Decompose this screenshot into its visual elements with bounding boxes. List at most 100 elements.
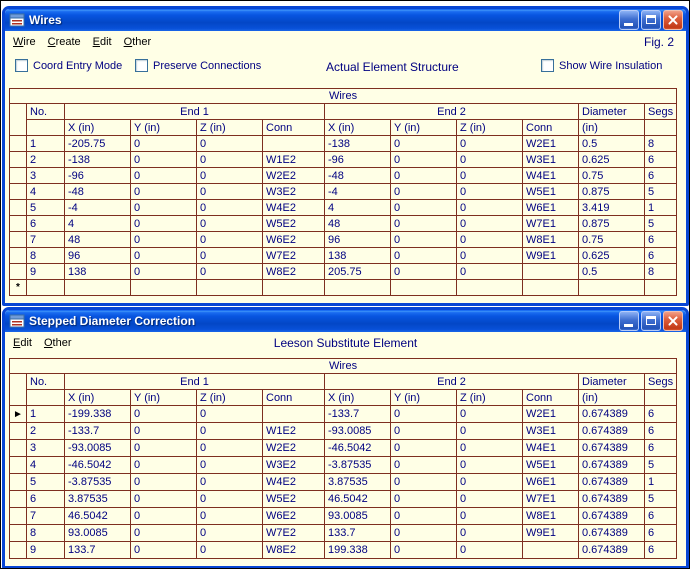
grid-cell[interactable]: W2E1 <box>523 136 579 152</box>
grid-cell[interactable] <box>263 136 325 152</box>
grid-cell[interactable]: -4 <box>325 184 391 200</box>
grid-cell[interactable]: 0 <box>391 232 457 248</box>
grid-cell[interactable]: 0 <box>131 168 197 184</box>
grid-cell[interactable]: 0 <box>457 542 523 559</box>
grid-cell[interactable]: 0 <box>391 200 457 216</box>
row-selector[interactable] <box>10 508 27 525</box>
grid-cell[interactable]: 0 <box>197 457 263 474</box>
grid-cell[interactable]: W7E1 <box>523 491 579 508</box>
grid-cell[interactable] <box>325 280 391 296</box>
grid-cell[interactable]: 0 <box>131 508 197 525</box>
grid-cell[interactable]: 0.674389 <box>579 423 645 440</box>
grid-cell[interactable]: 7 <box>27 508 65 525</box>
maximize-button[interactable] <box>641 311 661 331</box>
grid-cell[interactable]: 0 <box>391 440 457 457</box>
grid-cell[interactable]: 6 <box>645 248 677 264</box>
grid-cell[interactable]: 0 <box>197 184 263 200</box>
grid-cell[interactable]: 3.87535 <box>325 474 391 491</box>
grid-cell[interactable] <box>65 280 131 296</box>
close-button[interactable] <box>663 10 683 30</box>
grid-cell[interactable]: 6 <box>645 406 677 423</box>
menu-item-edit[interactable]: Edit <box>87 34 118 50</box>
grid-cell[interactable]: -96 <box>65 168 131 184</box>
grid-cell[interactable]: 0 <box>197 508 263 525</box>
grid-cell[interactable]: 6 <box>27 491 65 508</box>
grid-cell[interactable]: 0 <box>457 216 523 232</box>
grid-cell[interactable]: W6E2 <box>263 232 325 248</box>
grid-cell[interactable] <box>131 280 197 296</box>
row-selector[interactable] <box>10 232 27 248</box>
grid-cell[interactable]: W8E2 <box>263 264 325 280</box>
grid-cell[interactable]: 0 <box>391 152 457 168</box>
grid-cell[interactable] <box>27 280 65 296</box>
grid-cell[interactable]: 0 <box>457 232 523 248</box>
grid-cell[interactable]: 0.5 <box>579 264 645 280</box>
grid-cell[interactable]: 4 <box>65 216 131 232</box>
grid-cell[interactable]: 0 <box>197 248 263 264</box>
grid-cell[interactable]: 0 <box>391 491 457 508</box>
grid-cell[interactable]: 0 <box>131 457 197 474</box>
row-selector[interactable] <box>10 264 27 280</box>
grid-cell[interactable]: 0 <box>391 423 457 440</box>
grid-cell[interactable]: -133.7 <box>325 406 391 423</box>
grid-cell[interactable]: 48 <box>65 232 131 248</box>
show-wire-insulation-checkbox[interactable]: Show Wire Insulation <box>541 59 662 72</box>
grid-cell[interactable]: 0 <box>391 168 457 184</box>
grid-cell[interactable]: 0 <box>197 440 263 457</box>
grid-cell[interactable]: 0.625 <box>579 152 645 168</box>
grid-cell[interactable]: 0 <box>457 264 523 280</box>
maximize-button[interactable] <box>641 10 661 30</box>
grid-cell[interactable]: 0 <box>131 232 197 248</box>
wires-titlebar[interactable]: Wires <box>5 9 686 31</box>
grid-cell[interactable]: 0.674389 <box>579 457 645 474</box>
row-selector[interactable] <box>10 152 27 168</box>
grid-cell[interactable]: W5E2 <box>263 216 325 232</box>
grid-cell[interactable]: 0.674389 <box>579 440 645 457</box>
grid-cell[interactable]: 0 <box>197 216 263 232</box>
grid-cell[interactable]: W8E2 <box>263 542 325 559</box>
grid-cell[interactable] <box>197 280 263 296</box>
grid-cell[interactable]: W3E1 <box>523 152 579 168</box>
checkbox-icon[interactable] <box>15 59 28 72</box>
grid-cell[interactable] <box>391 280 457 296</box>
grid-cell[interactable]: 0 <box>391 136 457 152</box>
grid-cell[interactable]: 0.674389 <box>579 474 645 491</box>
grid-cell[interactable]: 0 <box>131 136 197 152</box>
grid-cell[interactable] <box>263 406 325 423</box>
grid-cell[interactable]: 0 <box>197 423 263 440</box>
minimize-button[interactable] <box>619 311 639 331</box>
grid-cell[interactable]: -46.5042 <box>65 457 131 474</box>
grid-cell[interactable]: 6 <box>645 508 677 525</box>
grid-cell[interactable]: 5 <box>645 457 677 474</box>
grid-cell[interactable]: 0 <box>457 474 523 491</box>
grid-cell[interactable]: 4 <box>27 457 65 474</box>
grid-cell[interactable]: 0 <box>197 152 263 168</box>
grid-cell[interactable]: 0.674389 <box>579 508 645 525</box>
grid-cell[interactable]: W7E2 <box>263 525 325 542</box>
grid-cell[interactable]: 0 <box>197 474 263 491</box>
row-selector[interactable] <box>10 440 27 457</box>
grid-cell[interactable]: 0 <box>391 264 457 280</box>
grid-cell[interactable]: 0 <box>391 474 457 491</box>
grid-cell[interactable]: 0.5 <box>579 136 645 152</box>
grid-cell[interactable]: -93.0085 <box>325 423 391 440</box>
row-selector[interactable] <box>10 457 27 474</box>
grid-cell[interactable]: 0 <box>457 406 523 423</box>
grid-cell[interactable] <box>457 280 523 296</box>
grid-cell[interactable]: 0 <box>197 525 263 542</box>
grid-cell[interactable]: 4 <box>27 184 65 200</box>
row-selector[interactable] <box>10 474 27 491</box>
grid-cell[interactable]: W2E2 <box>263 440 325 457</box>
grid-cell[interactable]: W6E1 <box>523 200 579 216</box>
grid-cell[interactable]: W9E1 <box>523 248 579 264</box>
grid-cell[interactable]: 6 <box>645 152 677 168</box>
grid-cell[interactable]: 0 <box>391 542 457 559</box>
grid-cell[interactable]: 0 <box>131 248 197 264</box>
grid-cell[interactable]: W4E1 <box>523 440 579 457</box>
grid-cell[interactable] <box>523 280 579 296</box>
grid-cell[interactable]: W6E2 <box>263 508 325 525</box>
grid-cell[interactable]: W5E1 <box>523 457 579 474</box>
stepped-titlebar[interactable]: Stepped Diameter Correction <box>5 310 686 332</box>
grid-cell[interactable]: 0 <box>391 457 457 474</box>
grid-cell[interactable]: -138 <box>325 136 391 152</box>
